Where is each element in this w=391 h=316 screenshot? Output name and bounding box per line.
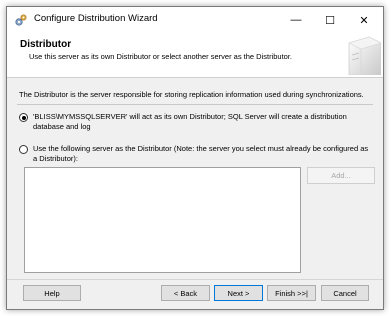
cancel-button[interactable]: Cancel <box>321 285 369 301</box>
maximize-button[interactable]: ☐ <box>313 7 347 33</box>
page-subtitle: Use this server as its own Distributor o… <box>29 52 293 61</box>
minimize-button[interactable]: — <box>279 7 313 33</box>
wizard-header: Distributor Use this server as its own D… <box>7 33 383 78</box>
finish-button[interactable]: Finish >>| <box>267 285 316 301</box>
radio-other-distributor[interactable] <box>19 145 28 154</box>
title-bar[interactable]: Configure Distribution Wizard — ☐ ✕ <box>7 7 383 33</box>
option-own-distributor-label[interactable]: 'BLISS\MYMSSQLSERVER' will act as its ow… <box>33 112 371 132</box>
page-title: Distributor <box>20 39 72 50</box>
radio-own-distributor[interactable] <box>19 113 28 122</box>
divider <box>17 104 373 105</box>
close-icon: ✕ <box>359 14 369 27</box>
footer-divider <box>7 279 383 280</box>
intro-text: The Distributor is the server responsibl… <box>19 90 364 99</box>
next-button[interactable]: Next > <box>214 285 263 301</box>
option-other-distributor-label[interactable]: Use the following server as the Distribu… <box>33 144 371 164</box>
wizard-gear-icon <box>14 13 28 27</box>
window-title: Configure Distribution Wizard <box>34 13 158 24</box>
close-button[interactable]: ✕ <box>347 7 381 33</box>
wizard-window: Configure Distribution Wizard — ☐ ✕ Dist… <box>6 6 384 310</box>
add-server-button[interactable]: Add... <box>307 167 375 184</box>
help-button[interactable]: Help <box>23 285 81 301</box>
back-button[interactable]: < Back <box>161 285 210 301</box>
distributor-server-list[interactable] <box>24 167 301 273</box>
server-graphic-icon <box>339 35 382 76</box>
minimize-icon: — <box>290 14 302 26</box>
maximize-icon: ☐ <box>325 14 335 27</box>
